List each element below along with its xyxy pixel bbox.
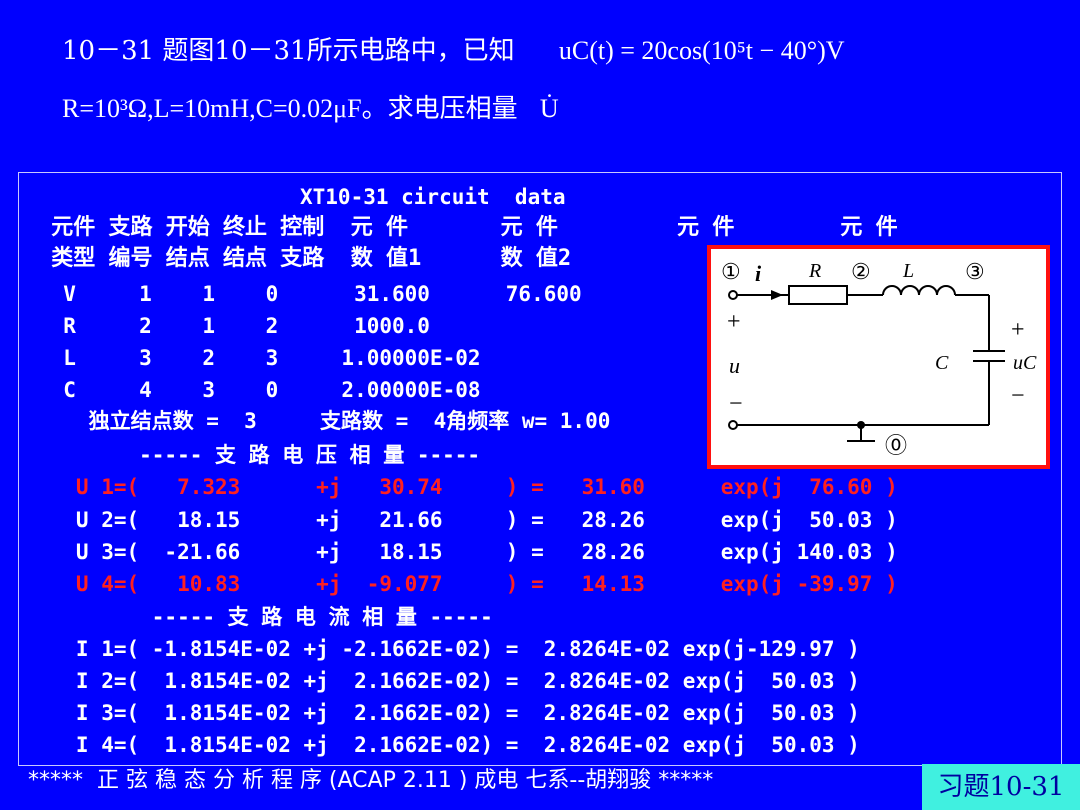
voltage-row: U 1=( 7.323 +j 30.74 ) = 31.60 exp(j 76.…: [38, 475, 898, 499]
footer-credit: ***** 正 弦 稳 态 分 析 程 序 (ACAP 2.11 ) 成电 七系…: [28, 768, 714, 793]
node-1-label: ①: [721, 259, 741, 284]
voltage-row: U 4=( 10.83 +j -9.077 ) = 14.13 exp(j -3…: [38, 572, 898, 596]
element-row: L 3 2 3 1.00000E-02: [38, 346, 481, 370]
exercise-tag: 习题10-31: [922, 764, 1080, 810]
node-2-label: ②: [851, 259, 871, 284]
inductor-label: L: [902, 260, 914, 282]
circuit-parameters: R=10³Ω,L=10mH,C=0.02μF。求电压相量: [62, 94, 518, 123]
element-row: R 2 1 2 1000.0: [38, 314, 430, 338]
uc-plus-sign: +: [1011, 317, 1025, 343]
current-row: I 2=( 1.8154E-02 +j 2.1662E-02) = 2.8264…: [38, 669, 860, 693]
element-row: C 4 3 0 2.00000E-08: [38, 378, 481, 402]
circuit-diagram: ① i R ② L ③ + u − C + uC − ⓪: [707, 245, 1050, 469]
resistor-label: R: [808, 260, 821, 282]
uc-minus-sign: −: [1011, 383, 1025, 409]
source-minus-sign: −: [729, 391, 743, 417]
element-row: V 1 1 0 31.600 76.600: [38, 282, 582, 306]
table-header-1: 元件 支路 开始 终止 控制 元 件 元 件 元 件 元 件: [38, 215, 898, 240]
voltage-heading: ----- 支 路 电 压 相 量 -----: [38, 443, 481, 467]
node-0-label: ⓪: [885, 433, 907, 458]
summary-line: 独立结点数 = 3 支路数 = 4角频率 w= 1.00: [38, 409, 611, 433]
voltage-row: U 3=( -21.66 +j 18.15 ) = 28.26 exp(j 14…: [38, 540, 898, 564]
given-formula: uC(t) = 20cos(10⁵t − 40°)V: [558, 36, 845, 65]
current-row: I 1=( -1.8154E-02 +j -2.1662E-02) = 2.82…: [38, 637, 860, 661]
question-text: 10－31 题图10－31所示电路中，已知: [62, 36, 515, 66]
voltage-u-label: u: [729, 353, 740, 378]
node-3-label: ③: [965, 259, 985, 284]
question-line-2: R=10³Ω,L=10mH,C=0.02μF。求电压相量 U̇: [62, 88, 559, 125]
uc-label: uC: [1013, 352, 1037, 374]
circuit-schematic: ① i R ② L ③ + u − C + uC − ⓪: [721, 259, 1037, 458]
current-heading: ----- 支 路 电 流 相 量 -----: [38, 605, 493, 629]
question-line-1: 10－31 题图10－31所示电路中，已知 uC(t) = 20cos(10⁵t…: [62, 30, 845, 67]
panel-title: XT10-31 circuit data: [300, 185, 566, 209]
capacitor-label: C: [935, 352, 949, 374]
voltage-phasor-symbol: U̇: [539, 94, 559, 123]
current-row: I 4=( 1.8154E-02 +j 2.1662E-02) = 2.8264…: [38, 733, 860, 757]
current-i-label: i: [755, 261, 762, 286]
current-row: I 3=( 1.8154E-02 +j 2.1662E-02) = 2.8264…: [38, 701, 860, 725]
table-header-2: 类型 编号 结点 结点 支路 数 值1 数 值2: [38, 246, 572, 271]
source-plus-sign: +: [727, 309, 741, 335]
voltage-row: U 2=( 18.15 +j 21.66 ) = 28.26 exp(j 50.…: [38, 508, 898, 532]
